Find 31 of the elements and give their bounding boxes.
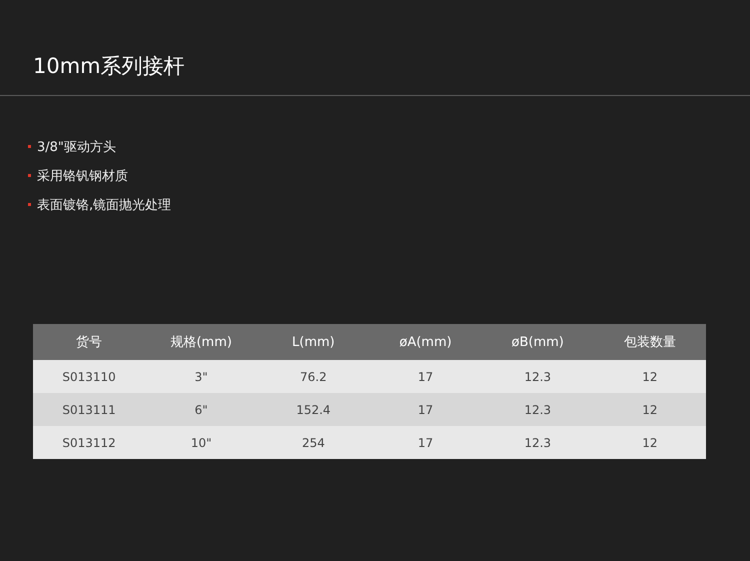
table-cell: S013111 (33, 393, 146, 426)
table-cell: 12.3 (482, 393, 594, 426)
table-cell: 12 (594, 426, 706, 459)
table-cell: 6" (145, 393, 258, 426)
table-cell: 76.2 (257, 360, 370, 393)
table-cell: 12 (594, 360, 706, 393)
page-title: 10mm系列接杆 (33, 53, 185, 80)
table-cell: 17 (369, 426, 482, 459)
table-cell: S013112 (33, 426, 146, 459)
column-header: 货号 (33, 324, 146, 360)
table-cell: 152.4 (257, 393, 370, 426)
feature-text: 3/8"驱动方头 (37, 138, 116, 156)
table-cell: 12 (594, 393, 706, 426)
table-cell: 10" (145, 426, 258, 459)
table-cell: 17 (369, 360, 482, 393)
column-header: øB(mm) (482, 324, 594, 360)
table-cell: S013110 (33, 360, 146, 393)
column-header: 规格(mm) (145, 324, 258, 360)
table-cell: 12.3 (482, 360, 594, 393)
table-cell: 3" (145, 360, 258, 393)
bullet-icon (28, 145, 31, 148)
table-cell: 17 (369, 393, 482, 426)
column-header: 包装数量 (594, 324, 706, 360)
table-cell: 12.3 (482, 426, 594, 459)
feature-text: 表面镀铬,镜面抛光处理 (37, 196, 172, 214)
column-header: øA(mm) (369, 324, 482, 360)
table-cell: 254 (257, 426, 370, 459)
bullet-icon (28, 203, 31, 206)
feature-text: 采用铬钒钢材质 (37, 168, 128, 184)
column-header: L(mm) (257, 324, 370, 360)
bullet-icon (28, 174, 31, 177)
